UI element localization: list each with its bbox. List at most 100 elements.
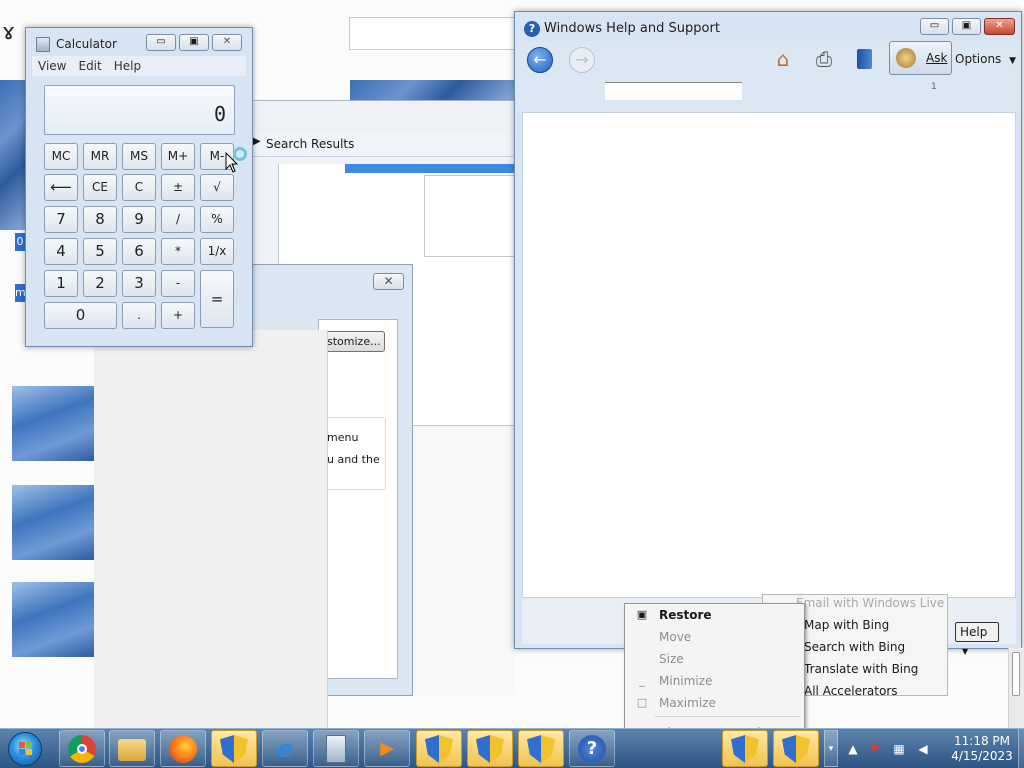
subtract-button[interactable]: - [161,270,195,297]
taskbar-ie[interactable]: e [262,730,308,767]
mc-button[interactable]: MC [44,143,78,170]
ask-button[interactable]: Ask [889,41,952,75]
decimal-button[interactable]: . [122,302,156,329]
web-search-box[interactable] [349,17,519,50]
accel-item[interactable]: Translate with Bing [804,662,918,676]
minimize-button[interactable]: ▭ [146,34,176,51]
taskbar-uac-1[interactable] [211,730,257,767]
digit-0-button[interactable]: 0 [44,302,117,329]
accel-item[interactable]: Map with Bing [804,618,889,632]
backspace-button[interactable]: ⟵ [44,174,78,201]
accel-item[interactable]: Email with Windows Live [796,596,944,610]
show-desktop-button[interactable] [1018,729,1024,768]
percent-button[interactable]: % [200,206,234,233]
scrollbar-thumb[interactable] [1012,652,1020,696]
help-icon: ? [578,735,606,763]
reciprocal-button[interactable]: 1/x [200,238,234,265]
taskbar-chrome[interactable] [59,730,105,767]
vertical-scrollbar[interactable] [1008,648,1024,728]
digit-1-button[interactable]: 1 [44,270,78,297]
digit-4-button[interactable]: 4 [44,238,78,265]
firefox-icon [169,735,197,763]
menu-edit[interactable]: Edit [72,56,107,76]
menu-help[interactable]: Help [108,56,147,76]
digit-8-button[interactable]: 8 [83,206,117,233]
digit-5-button[interactable]: 5 [83,238,117,265]
minimize-button[interactable]: ▭ [920,18,949,35]
sqrt-button[interactable]: √ [200,174,234,201]
clock[interactable]: 11:18 PM 4/15/2023 [947,734,1017,764]
digit-6-button[interactable]: 6 [122,238,156,265]
calculator-menubar: View Edit Help [32,56,246,76]
web-thumbnail[interactable] [12,582,96,657]
close-button[interactable]: ✕ [212,34,242,51]
negate-button[interactable]: ± [161,174,195,201]
back-arrow-icon[interactable]: ← [527,47,553,73]
taskbar-uac-4[interactable] [518,730,564,767]
calculator-title: Calculator [56,37,117,51]
taskbar-scroll-button[interactable]: ▾ [824,730,838,767]
taskbar-uac-6[interactable] [773,730,819,767]
web-thumbnail[interactable] [12,485,96,560]
taskbar-calculator[interactable] [313,730,359,767]
ctx-restore[interactable]: ▣ Restore [625,605,804,625]
expand-arrow-icon[interactable]: ▶ [253,136,261,147]
add-button[interactable]: + [161,302,195,329]
calculator-display: 0 [44,85,235,135]
equals-button[interactable]: = [200,270,234,328]
media-player-icon: ▶ [380,738,394,759]
menu-view[interactable]: View [32,56,72,76]
accel-item[interactable]: Search with Bing [804,640,905,654]
ctx-maximize[interactable]: □ Maximize [625,693,804,713]
mr-button[interactable]: MR [83,143,117,170]
web-thumbnail[interactable] [12,386,96,461]
m-plus-button[interactable]: M+ [161,143,195,170]
print-icon[interactable]: ⎙ [811,47,837,71]
customize-button[interactable]: stomize... [320,331,385,352]
ctx-minimize[interactable]: _ Minimize [625,671,804,691]
taskbar-help[interactable]: ? [569,730,615,767]
taskbar-explorer[interactable] [109,730,155,767]
help-footer-button[interactable]: Help ▼ [955,622,999,656]
taskbar-uac-2[interactable] [416,730,462,767]
forward-arrow-icon[interactable]: → [569,47,595,73]
taskbar-uac-3[interactable] [467,730,513,767]
digit-2-button[interactable]: 2 [83,270,117,297]
maximize-button[interactable]: ▣ [179,34,209,51]
taskbar-firefox[interactable] [160,730,206,767]
ctx-size[interactable]: Size [625,649,804,669]
network-icon[interactable]: ▦ [891,741,907,757]
start-button[interactable] [4,729,48,768]
dialog-content-area [318,319,398,679]
taskbar-media[interactable]: ▶ [364,730,410,767]
show-hidden-icons-icon[interactable]: ▲ [845,741,861,757]
blank-popup-panel [94,330,328,730]
maximize-button[interactable]: ▣ [952,18,981,35]
card-text-line: menu [327,431,359,444]
progress-bar [345,164,515,173]
volume-muted-icon[interactable]: ◀ [915,741,931,757]
digit-7-button[interactable]: 7 [44,206,78,233]
calculator-window[interactable]: Calculator ▭ ▣ ✕ View Edit Help 0 MC MR MS… [25,27,253,347]
ctx-move[interactable]: Move [625,627,804,647]
multiply-button[interactable]: * [161,238,195,265]
chrome-icon [68,735,96,763]
divide-button[interactable]: / [161,206,195,233]
taskbar-uac-5[interactable] [722,730,768,767]
help-support-window[interactable]: ? Windows Help and Support ▭ ▣ ✕ ← → ⌂ ⎙… [514,11,1022,649]
action-center-icon[interactable]: ⚑ [867,741,883,757]
help-search-input[interactable] [605,82,742,100]
c-button[interactable]: C [122,174,156,201]
home-icon[interactable]: ⌂ [770,47,796,71]
ce-button[interactable]: CE [83,174,117,201]
options-menu[interactable]: Options ▼ [955,52,1016,66]
accel-item[interactable]: All Accelerators [804,684,898,696]
dialog-close-button[interactable]: ✕ [373,273,404,290]
close-button[interactable]: ✕ [984,18,1015,35]
search-results-header[interactable]: Search Results ▶ [250,133,515,157]
dialog-info-card: menu u and the [320,417,386,490]
ms-button[interactable]: MS [122,143,156,170]
browse-help-icon[interactable] [852,47,878,71]
digit-9-button[interactable]: 9 [122,206,156,233]
digit-3-button[interactable]: 3 [122,270,156,297]
